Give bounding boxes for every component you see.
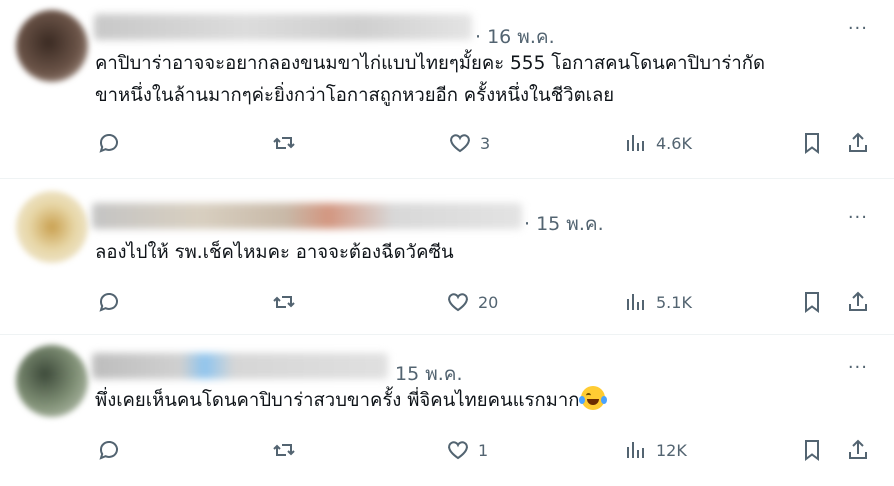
- views-icon: [627, 294, 644, 310]
- retweet-icon: [273, 296, 295, 308]
- views-button[interactable]: 5.1K: [624, 290, 692, 314]
- like-button[interactable]: 1: [446, 438, 488, 462]
- tweet-text: พึ่งเคยเห็นคนโดนคาปิบาร่าสวบขาครั้ง พี่จ…: [95, 385, 885, 417]
- tweet-text-line: คาปิบาร่าอาจจะอยากลองขนมขาไก่แบบไทยๆมั้ย…: [95, 53, 765, 74]
- bookmark-button[interactable]: [800, 438, 824, 462]
- action-bar: 3 4.6K: [0, 124, 894, 164]
- view-count: 12K: [656, 440, 687, 460]
- view-count: 4.6K: [656, 133, 692, 153]
- like-icon: [448, 293, 468, 312]
- more-options-icon[interactable]: ···: [848, 207, 868, 228]
- share-icon: [849, 291, 867, 311]
- reply-button[interactable]: [97, 131, 121, 155]
- tweet-text-content: พึ่งเคยเห็นคนโดนคาปิบาร่าสวบขาครั้ง พี่จ…: [95, 390, 580, 411]
- retweet-button[interactable]: [272, 131, 296, 155]
- share-icon: [849, 439, 867, 459]
- like-count: 1: [478, 440, 489, 460]
- reply-icon: [99, 293, 118, 312]
- tweet-text: ลองไปให้ รพ.เช็คไหมคะ อาจจะต้องฉีดวัคซีน: [95, 237, 885, 269]
- like-count: 20: [478, 292, 499, 312]
- bookmark-button[interactable]: [800, 290, 824, 314]
- views-icon: [627, 135, 644, 151]
- tweet-2[interactable]: · 15 พ.ค. ··· ลองไปให้ รพ.เช็คไหมคะ อาจจ…: [0, 179, 894, 334]
- tweet-text-line: พึ่งเคยเห็นคนโดนคาปิบาร่าสวบขาครั้ง พี่จ…: [95, 385, 885, 417]
- more-options-icon[interactable]: ···: [848, 18, 868, 39]
- reply-button[interactable]: [97, 438, 121, 462]
- tweet-3[interactable]: 15 พ.ค. ··· พึ่งเคยเห็นคนโดนคาปิบาร่าสวบ…: [0, 335, 894, 486]
- avatar[interactable]: [16, 191, 88, 263]
- like-icon: [450, 134, 470, 153]
- author-name-blurred[interactable]: [92, 203, 522, 229]
- action-bar: 1 12K: [0, 431, 894, 471]
- like-button[interactable]: 20: [446, 290, 498, 314]
- tweet-text: คาปิบาร่าอาจจะอยากลองขนมขาไก่แบบไทยๆมั้ย…: [95, 48, 885, 112]
- views-button[interactable]: 4.6K: [624, 131, 692, 155]
- view-count: 5.1K: [656, 292, 692, 312]
- action-bar: 20 5.1K: [0, 283, 894, 323]
- author-name-blurred[interactable]: [94, 14, 472, 40]
- like-button[interactable]: 3: [448, 131, 490, 155]
- retweet-icon: [273, 444, 295, 456]
- reply-icon: [99, 134, 118, 153]
- laughing-emoji-icon: [579, 386, 608, 410]
- share-button[interactable]: [846, 131, 870, 155]
- tweet-1[interactable]: · 16 พ.ค. ··· คาปิบาร่าอาจจะอยากลองขนมขา…: [0, 0, 894, 178]
- author-name-blurred[interactable]: [92, 353, 388, 379]
- like-count: 3: [480, 133, 491, 153]
- share-button[interactable]: [846, 438, 870, 462]
- more-options-icon[interactable]: ···: [848, 357, 868, 378]
- retweet-button[interactable]: [272, 290, 296, 314]
- bookmark-button[interactable]: [800, 131, 824, 155]
- tweet-date[interactable]: · 15 พ.ค.: [524, 209, 604, 239]
- tweet-text-line: ขาหนึ่งในล้านมากๆค่ะยิ่งกว่าโอกาสถูกหวยอ…: [95, 85, 615, 106]
- avatar[interactable]: [16, 345, 88, 417]
- retweet-icon: [273, 137, 295, 149]
- retweet-button[interactable]: [272, 438, 296, 462]
- reply-icon: [99, 441, 118, 460]
- tweet-text-line: ลองไปให้ รพ.เช็คไหมคะ อาจจะต้องฉีดวัคซีน: [95, 242, 454, 263]
- share-button[interactable]: [846, 290, 870, 314]
- views-icon: [627, 442, 644, 458]
- views-button[interactable]: 12K: [624, 438, 687, 462]
- bookmark-icon: [805, 292, 819, 313]
- like-icon: [448, 441, 468, 460]
- bookmark-icon: [805, 133, 819, 154]
- share-icon: [849, 132, 867, 152]
- bookmark-icon: [805, 440, 819, 461]
- avatar[interactable]: [16, 10, 88, 82]
- reply-button[interactable]: [97, 290, 121, 314]
